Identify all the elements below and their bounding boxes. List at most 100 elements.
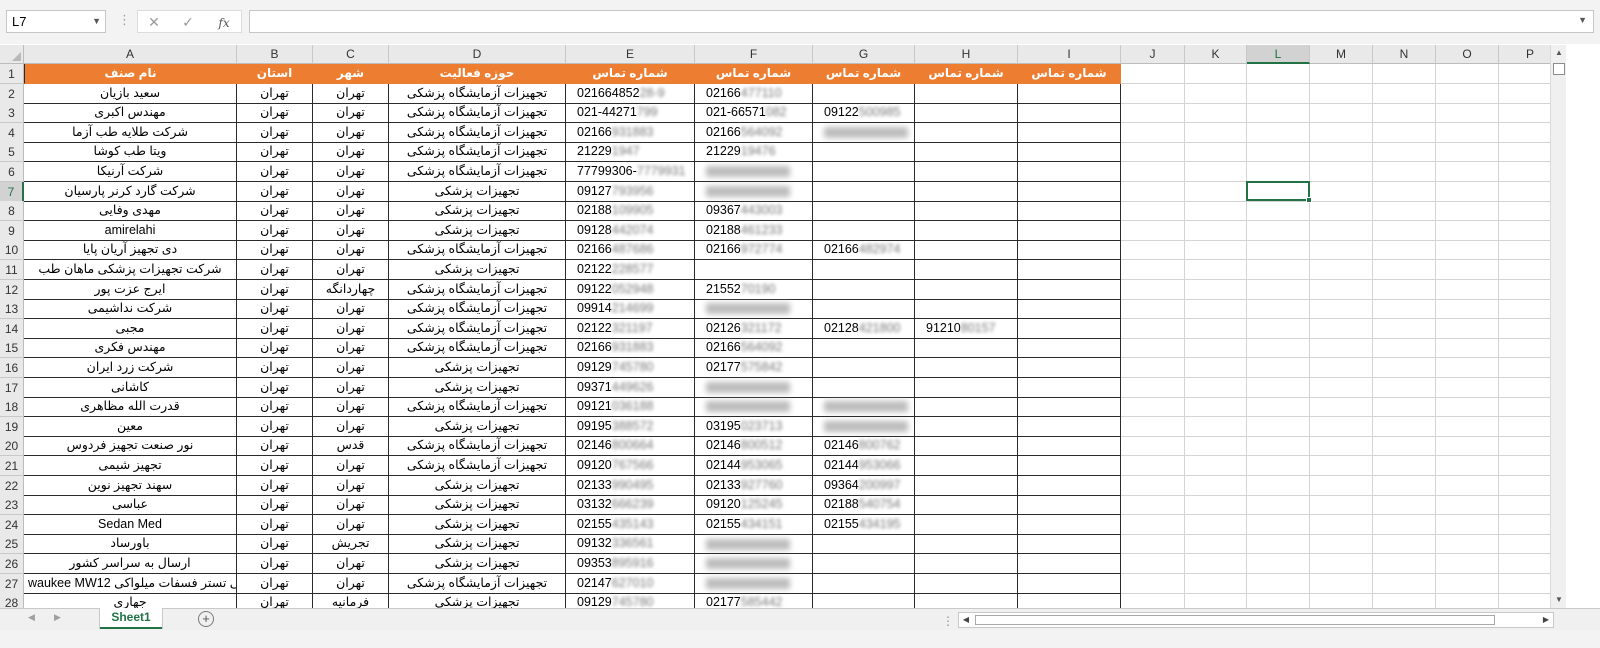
phone-cell[interactable]: 02128421800	[813, 318, 915, 339]
phone-cell[interactable]	[915, 279, 1018, 300]
city-cell[interactable]: قدس	[313, 436, 389, 457]
empty-cell[interactable]	[1310, 240, 1373, 261]
name-cell[interactable]: شرکت گارد کرنر پارسیان	[24, 181, 237, 202]
phone-cell[interactable]	[695, 377, 813, 398]
phone-cell[interactable]	[813, 573, 915, 594]
empty-cell[interactable]	[1247, 534, 1310, 555]
phone-cell[interactable]	[1018, 416, 1121, 437]
activity-cell[interactable]: تجهیزات پزشکی	[389, 181, 566, 202]
empty-cell[interactable]	[1310, 299, 1373, 320]
empty-cell[interactable]	[1185, 416, 1247, 437]
empty-cell[interactable]	[1121, 475, 1185, 496]
city-cell[interactable]: تهران	[313, 338, 389, 359]
empty-cell[interactable]	[1121, 260, 1185, 280]
column-header-e[interactable]: E	[566, 45, 695, 64]
phone-cell[interactable]	[915, 358, 1018, 378]
header-cell[interactable]: شماره تماس	[566, 64, 695, 84]
empty-cell[interactable]	[1436, 593, 1499, 608]
phone-cell[interactable]	[695, 534, 813, 555]
empty-cell[interactable]	[1436, 181, 1499, 202]
empty-cell[interactable]	[1185, 64, 1247, 84]
phone-cell[interactable]	[1018, 358, 1121, 378]
phone-cell[interactable]	[915, 338, 1018, 359]
activity-cell[interactable]: تجهیزات آزمایشگاه پزشکی	[389, 397, 566, 418]
empty-cell[interactable]	[1247, 495, 1310, 516]
empty-cell[interactable]	[1185, 358, 1247, 378]
empty-cell[interactable]	[1247, 318, 1310, 339]
empty-cell[interactable]	[1499, 397, 1550, 418]
empty-cell[interactable]	[1121, 436, 1185, 457]
tab-split-handle-icon[interactable]: ⋮	[942, 614, 954, 628]
empty-cell[interactable]	[1436, 534, 1499, 555]
empty-cell[interactable]	[1121, 103, 1185, 124]
empty-cell[interactable]	[1436, 122, 1499, 143]
province-cell[interactable]: تهران	[237, 260, 313, 280]
name-cell[interactable]: دی تجهیز آریان پایا	[24, 240, 237, 261]
empty-cell[interactable]	[1247, 220, 1310, 241]
cancel-icon[interactable]: ✕	[144, 13, 164, 31]
phone-cell[interactable]: 02166482974	[813, 240, 915, 261]
phone-cell[interactable]	[695, 554, 813, 574]
phone-cell[interactable]	[1018, 514, 1121, 535]
empty-cell[interactable]	[1247, 122, 1310, 143]
empty-cell[interactable]	[1121, 593, 1185, 608]
column-header-j[interactable]: J	[1121, 45, 1185, 64]
phone-cell[interactable]: 02166931883	[566, 122, 695, 143]
empty-cell[interactable]	[1185, 299, 1247, 320]
phone-cell[interactable]	[915, 456, 1018, 476]
activity-cell[interactable]: تجهیزات پزشکی	[389, 260, 566, 280]
province-cell[interactable]: تهران	[237, 220, 313, 241]
phone-cell[interactable]	[695, 299, 813, 320]
name-cell[interactable]: مهندس فکری	[24, 338, 237, 359]
empty-cell[interactable]	[1185, 436, 1247, 457]
phone-cell[interactable]	[813, 593, 915, 608]
row-header[interactable]: 13	[0, 299, 24, 320]
empty-cell[interactable]	[1436, 103, 1499, 124]
phone-cell[interactable]: 02155434151	[695, 514, 813, 535]
header-cell[interactable]: شماره تماس	[813, 64, 915, 84]
empty-cell[interactable]	[1499, 358, 1550, 378]
empty-cell[interactable]	[1185, 573, 1247, 594]
phone-cell[interactable]	[813, 181, 915, 202]
empty-cell[interactable]	[1185, 122, 1247, 143]
empty-cell[interactable]	[1185, 142, 1247, 163]
name-cell[interactable]: ویتا طب کوشا	[24, 142, 237, 163]
empty-cell[interactable]	[1373, 122, 1436, 143]
name-cell[interactable]: amirelahi	[24, 220, 237, 241]
column-header-n[interactable]: N	[1373, 45, 1436, 64]
phone-cell[interactable]: 09120125245	[695, 495, 813, 516]
empty-cell[interactable]	[1310, 64, 1373, 84]
name-cell[interactable]: جهاری	[24, 593, 237, 608]
empty-cell[interactable]	[1436, 514, 1499, 535]
province-cell[interactable]: تهران	[237, 318, 313, 339]
phone-cell[interactable]: 02166972774	[695, 240, 813, 261]
empty-cell[interactable]	[1373, 142, 1436, 163]
row-header[interactable]: 5	[0, 142, 24, 163]
phone-cell[interactable]	[1018, 142, 1121, 163]
empty-cell[interactable]	[1436, 220, 1499, 241]
empty-cell[interactable]	[1310, 397, 1373, 418]
activity-cell[interactable]: تجهیزات آزمایشگاه پزشکی	[389, 83, 566, 104]
row-header[interactable]: 10	[0, 240, 24, 261]
phone-cell[interactable]: 02122321197	[566, 318, 695, 339]
phone-cell[interactable]: 021-44271799	[566, 103, 695, 124]
row-header[interactable]: 27	[0, 573, 24, 594]
add-sheet-button[interactable]: +	[198, 611, 214, 627]
phone-cell[interactable]	[1018, 279, 1121, 300]
phone-cell[interactable]	[1018, 103, 1121, 124]
activity-cell[interactable]: تجهیزات آزمایشگاه پزشکی	[389, 122, 566, 143]
column-header-k[interactable]: K	[1185, 45, 1247, 64]
empty-cell[interactable]	[1121, 358, 1185, 378]
empty-cell[interactable]	[1121, 338, 1185, 359]
empty-cell[interactable]	[1247, 83, 1310, 104]
row-header[interactable]: 22	[0, 475, 24, 496]
activity-cell[interactable]: تجهیزات آزمایشگاه پزشکی	[389, 436, 566, 457]
phone-cell[interactable]: 02177585442	[695, 593, 813, 608]
empty-cell[interactable]	[1247, 573, 1310, 594]
scroll-down-icon[interactable]: ▼	[1551, 592, 1567, 608]
phone-cell[interactable]	[1018, 475, 1121, 496]
worksheet-grid[interactable]: نام صنف استان شهر حوزه فعالیت شماره تماس شمار…	[24, 64, 1550, 608]
empty-cell[interactable]	[1373, 260, 1436, 280]
phone-cell[interactable]	[695, 181, 813, 202]
province-cell[interactable]: تهران	[237, 514, 313, 535]
